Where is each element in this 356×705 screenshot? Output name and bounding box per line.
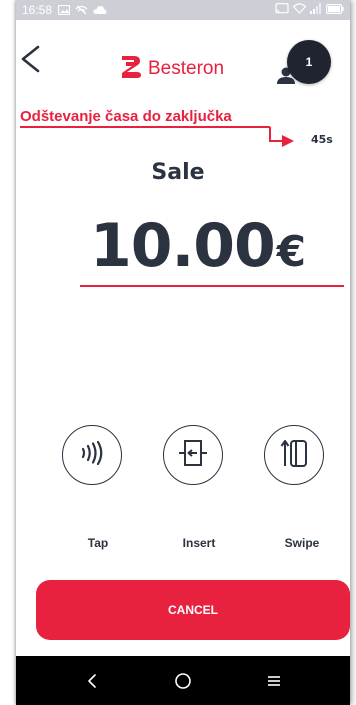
notification-badge[interactable]: 1: [287, 40, 331, 84]
amount-value: 10.00: [90, 211, 276, 281]
status-bar: 16:58: [16, 0, 350, 20]
nav-back-button[interactable]: [72, 661, 112, 701]
countdown-timer: 45s: [311, 133, 333, 146]
nav-home-button[interactable]: [163, 661, 203, 701]
transaction-type: Sale: [151, 160, 205, 185]
card-insert-icon: [176, 436, 210, 474]
currency-symbol: €: [276, 227, 306, 276]
system-nav-bar: [16, 656, 350, 705]
wifi-off-icon: [75, 5, 88, 15]
wifi-icon: [292, 3, 307, 17]
contactless-icon: [77, 440, 107, 469]
insert-button[interactable]: [163, 425, 223, 485]
brand-logo: Besteron: [120, 55, 224, 83]
status-time: 16:58: [22, 3, 53, 17]
brand-name: Besteron: [148, 58, 225, 79]
tap-label: Tap: [87, 536, 109, 550]
cast-icon: [275, 3, 289, 17]
countdown-annotation: Odštevanje časa do zaključka: [20, 108, 232, 125]
battery-icon: [326, 3, 344, 17]
cloud-icon: [93, 5, 107, 15]
swipe-button[interactable]: [264, 425, 324, 485]
card-swipe-icon: [277, 436, 311, 474]
nav-menu-button[interactable]: [254, 661, 294, 701]
amount-display: 10.00€: [90, 210, 306, 288]
back-button[interactable]: [18, 44, 42, 74]
tap-button[interactable]: [62, 425, 122, 485]
insert-label: Insert: [182, 536, 216, 550]
swipe-label: Swipe: [284, 536, 320, 550]
cancel-button[interactable]: CANCEL: [36, 580, 350, 640]
gallery-notification-icon: [58, 5, 71, 15]
besteron-logo-icon: [120, 55, 142, 83]
amount-underline: [80, 285, 344, 287]
signal-icon: [310, 3, 322, 17]
